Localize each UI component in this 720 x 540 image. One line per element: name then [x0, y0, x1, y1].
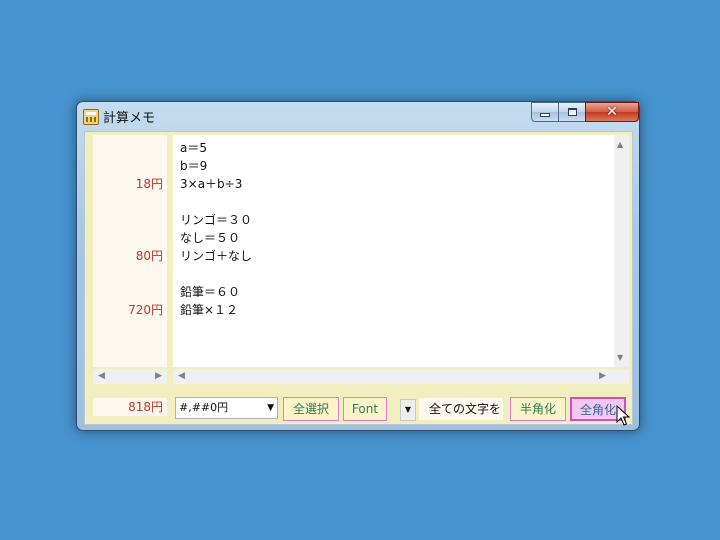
result-value: 80円	[135, 249, 163, 263]
close-button[interactable]: ✕	[585, 102, 639, 122]
result-value: 720円	[128, 303, 163, 317]
total-value: 818円	[93, 398, 167, 416]
scroll-right-arrow-icon[interactable]: ▶	[599, 369, 606, 384]
scroll-up-arrow-icon[interactable]: ▲	[617, 140, 623, 149]
scroll-left-arrow-icon[interactable]: ◀	[178, 369, 185, 384]
font-button[interactable]: Font	[343, 397, 387, 421]
editor-line: b＝9	[180, 159, 208, 173]
scroll-down-arrow-icon[interactable]: ▼	[617, 353, 623, 362]
editor-line: リンゴ＝３０	[180, 213, 253, 227]
main-window: 計算メモ ✕ 18円 80円 720円 ◀ ▶ a＝5 b＝9 3×a＋b÷3 …	[76, 101, 640, 431]
results-horizontal-scrollbar[interactable]: ◀ ▶	[93, 369, 167, 384]
target-scope-combo[interactable]: 全ての文字を	[419, 398, 503, 420]
editor-line: 3×a＋b÷3	[180, 177, 243, 191]
calculator-icon	[83, 109, 99, 125]
editor-line: 鉛筆＝６０	[180, 285, 241, 299]
maximize-button[interactable]	[558, 102, 586, 122]
number-format-select[interactable]: #,##0円 ▼	[175, 397, 278, 419]
editor-line: a＝5	[180, 141, 207, 155]
scroll-right-arrow-icon[interactable]: ▶	[155, 369, 162, 384]
memo-editor[interactable]: a＝5 b＝9 3×a＋b÷3 リンゴ＝３０ なし＝５０ リンゴ＋なし 鉛筆＝６…	[173, 135, 614, 367]
minimize-icon	[540, 113, 550, 117]
scroll-left-arrow-icon[interactable]: ◀	[98, 369, 105, 384]
target-dropdown-button[interactable]: ▼	[400, 399, 416, 421]
chevron-down-icon: ▼	[267, 403, 274, 413]
chevron-down-icon: ▼	[404, 405, 412, 414]
result-value: 18円	[135, 177, 163, 191]
editor-line: リンゴ＋なし	[180, 249, 253, 263]
maximize-icon	[567, 108, 577, 116]
window-title: 計算メモ	[103, 111, 156, 126]
results-pane: 18円 80円 720円	[93, 135, 167, 367]
scrollbar-corner	[614, 369, 629, 384]
editor-horizontal-scrollbar[interactable]: ◀ ▶	[173, 369, 614, 384]
editor-vertical-scrollbar[interactable]: ▲ ▼	[614, 135, 629, 367]
client-area: 18円 80円 720円 ◀ ▶ a＝5 b＝9 3×a＋b÷3 リンゴ＝３０ …	[84, 131, 633, 425]
halfwidth-button[interactable]: 半角化	[510, 397, 566, 421]
number-format-value: #,##0円	[179, 401, 229, 414]
editor-line: 鉛筆×１２	[180, 303, 239, 317]
editor-line: なし＝５０	[180, 231, 241, 245]
title-bar[interactable]: 計算メモ ✕	[77, 102, 639, 132]
minimize-button[interactable]	[531, 102, 559, 122]
mouse-pointer-icon	[616, 405, 630, 426]
close-icon: ✕	[606, 104, 618, 120]
select-all-button[interactable]: 全選択	[283, 397, 339, 421]
